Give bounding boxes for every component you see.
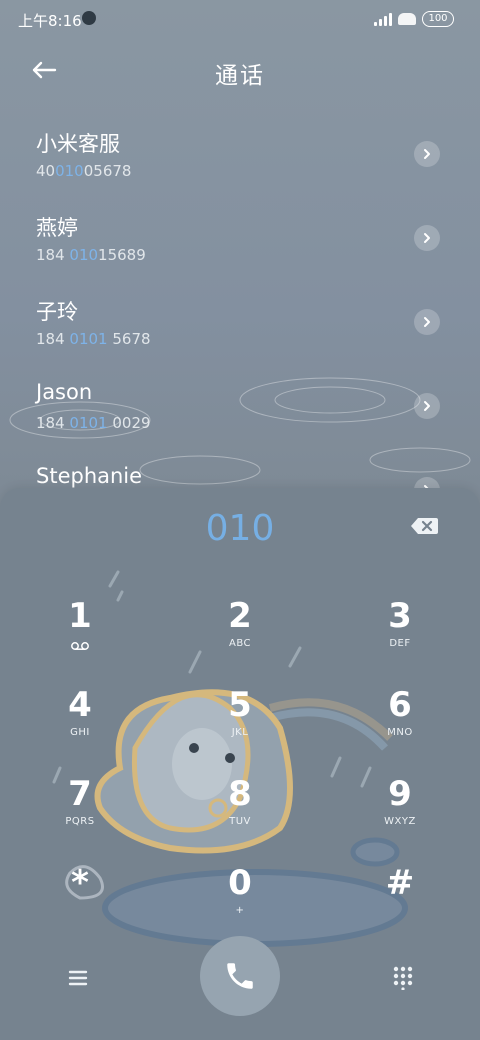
- key-6[interactable]: 6 MNO: [340, 685, 460, 765]
- contact-number: 4001005678: [36, 162, 132, 180]
- signal-icon: [374, 12, 392, 26]
- contact-detail-button[interactable]: [414, 225, 440, 251]
- contact-list: 小米客服 4001005678 燕婷 184 01015689 子玲 184 0…: [0, 112, 480, 488]
- bottom-action-bar: [0, 936, 480, 1040]
- contact-detail-button[interactable]: [414, 477, 440, 488]
- dialpad-toggle-button[interactable]: [390, 964, 416, 991]
- page-title: 通话: [215, 63, 265, 89]
- battery-icon: 100: [422, 11, 454, 27]
- wifi-icon: [398, 13, 416, 25]
- menu-icon: [68, 970, 88, 986]
- contact-name: 燕婷: [36, 216, 78, 240]
- key-8[interactable]: 8 TUV: [180, 774, 300, 854]
- contact-name: 子玲: [36, 300, 78, 324]
- key-5[interactable]: 5 JKL: [180, 685, 300, 765]
- key-9[interactable]: 9 WXYZ: [340, 774, 460, 854]
- menu-button[interactable]: [64, 964, 92, 992]
- contact-number: 184 0101 0029: [36, 414, 151, 432]
- chevron-right-icon: [424, 401, 430, 411]
- contact-row[interactable]: 小米客服 4001005678: [0, 112, 480, 196]
- contact-name: 小米客服: [36, 132, 120, 156]
- contact-detail-button[interactable]: [414, 393, 440, 419]
- key-3[interactable]: 3 DEF: [340, 596, 460, 676]
- dialpad-icon: [393, 966, 413, 991]
- status-indicators: 100: [374, 11, 454, 27]
- contact-name: Stephanie: [36, 464, 143, 488]
- chevron-right-icon: [424, 233, 430, 243]
- chevron-right-icon: [424, 317, 430, 327]
- contact-name: Jason: [36, 380, 93, 404]
- contact-row[interactable]: 燕婷 184 01015689: [0, 196, 480, 280]
- backspace-icon: [411, 518, 438, 534]
- contact-number: 184 01015689: [36, 246, 146, 264]
- backspace-button[interactable]: [410, 516, 440, 536]
- key-7[interactable]: 7 PQRS: [20, 774, 140, 854]
- key-hash[interactable]: #: [340, 863, 460, 943]
- voicemail-icon: [71, 642, 89, 650]
- contact-row[interactable]: 子玲 184 0101 5678: [0, 280, 480, 364]
- mute-icon: [82, 11, 96, 25]
- status-time: 上午8:16: [18, 12, 82, 30]
- key-4[interactable]: 4 GHI: [20, 685, 140, 765]
- contact-row[interactable]: Jason 184 0101 0029: [0, 364, 480, 448]
- header: 通话: [0, 42, 480, 98]
- contact-detail-button[interactable]: [414, 141, 440, 167]
- key-2[interactable]: 2 ABC: [180, 596, 300, 676]
- key-1[interactable]: 1: [20, 596, 140, 676]
- call-button[interactable]: [200, 936, 280, 1016]
- key-star[interactable]: *: [20, 863, 140, 943]
- status-bar: 上午8:16 100: [0, 0, 480, 40]
- dialed-number-display: 010: [205, 508, 275, 549]
- contact-number: 184 0101 5678: [36, 330, 151, 348]
- key-0[interactable]: 0 +: [180, 863, 300, 943]
- phone-icon: [227, 963, 253, 989]
- contact-detail-button[interactable]: [414, 309, 440, 335]
- chevron-right-icon: [424, 149, 430, 159]
- contact-row[interactable]: Stephanie: [0, 448, 480, 488]
